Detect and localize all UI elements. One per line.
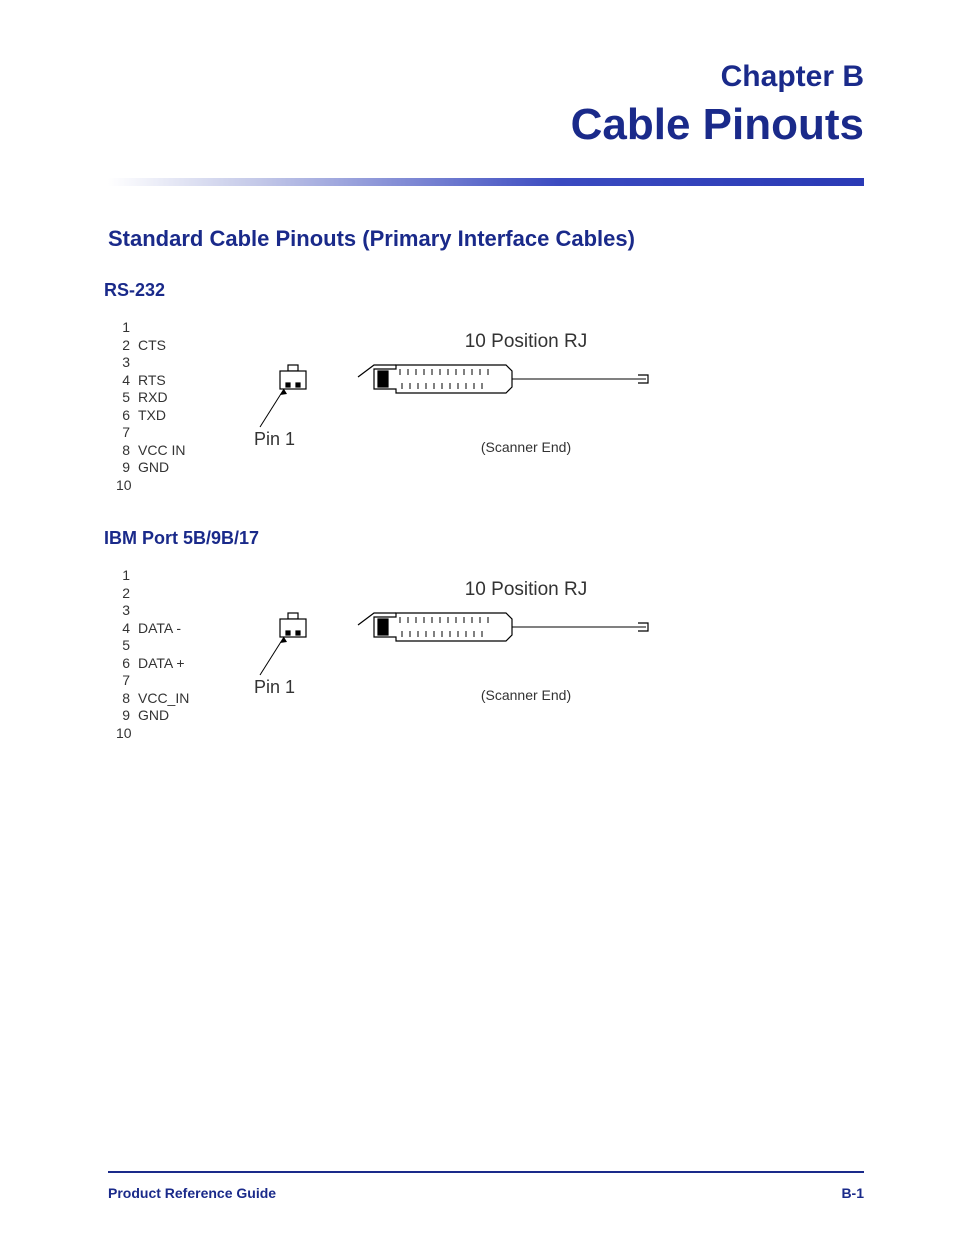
pin-row: 1 [116, 567, 236, 585]
rs232-heading: RS-232 [104, 280, 864, 301]
pin-row: 9GND [116, 459, 236, 477]
pin-num: 4 [116, 372, 138, 390]
ibm-pin-list: 1 2 3 4DATA - 5 6DATA + 7 8VCC_IN 9GND 1… [116, 567, 236, 742]
pin-num: 1 [116, 567, 138, 585]
pin-num: 2 [116, 337, 138, 355]
rs232-diagram: 10 Position RJ Pin 1 [236, 319, 696, 494]
pin-num: 3 [116, 602, 138, 620]
pin-num: 5 [116, 389, 138, 407]
pin-row: 6TXD [116, 407, 236, 425]
pin-sig: GND [138, 459, 169, 477]
pin-row: 2CTS [116, 337, 236, 355]
connector-side-icon [356, 359, 656, 399]
pin-num: 3 [116, 354, 138, 372]
pin-row: 2 [116, 585, 236, 603]
footer-page-number: B-1 [841, 1185, 864, 1201]
pin-sig: CTS [138, 337, 166, 355]
pin-num: 9 [116, 459, 138, 477]
scanner-end-label: (Scanner End) [356, 439, 696, 455]
pin-sig: TXD [138, 407, 166, 425]
pin1-label: Pin 1 [254, 429, 295, 450]
pin-num: 7 [116, 672, 138, 690]
chapter-label: Chapter B [108, 60, 864, 94]
pin-num: 7 [116, 424, 138, 442]
footer-rule [108, 1171, 864, 1173]
section-heading: Standard Cable Pinouts (Primary Interfac… [108, 226, 864, 252]
pin-sig: RXD [138, 389, 168, 407]
pin-num: 5 [116, 637, 138, 655]
pin-row: 9GND [116, 707, 236, 725]
rs232-block: 1 2CTS 3 4RTS 5RXD 6TXD 7 8VCC IN 9GND 1… [116, 319, 864, 494]
page-footer: Product Reference Guide B-1 [108, 1185, 864, 1201]
connector-side-icon [356, 607, 656, 647]
connector-title: 10 Position RJ [356, 331, 696, 353]
pin-row: 3 [116, 602, 236, 620]
ibm-block: 1 2 3 4DATA - 5 6DATA + 7 8VCC_IN 9GND 1… [116, 567, 864, 742]
pin-row: 10 [116, 725, 236, 743]
pin-num: 9 [116, 707, 138, 725]
pin-sig: DATA + [138, 655, 185, 673]
pin-row: 10 [116, 477, 236, 495]
pin-row: 7 [116, 672, 236, 690]
rs232-pin-list: 1 2CTS 3 4RTS 5RXD 6TXD 7 8VCC IN 9GND 1… [116, 319, 236, 494]
ibm-heading: IBM Port 5B/9B/17 [104, 528, 864, 549]
pin-num: 10 [116, 477, 138, 495]
pin-num: 6 [116, 655, 138, 673]
pin-num: 10 [116, 725, 138, 743]
pin-row: 8VCC IN [116, 442, 236, 460]
pin-num: 4 [116, 620, 138, 638]
page-title: Cable Pinouts [108, 100, 864, 150]
scanner-end-label: (Scanner End) [356, 687, 696, 703]
pin1-label: Pin 1 [254, 677, 295, 698]
pin-num: 1 [116, 319, 138, 337]
pin-row: 3 [116, 354, 236, 372]
pin-sig: GND [138, 707, 169, 725]
pin-num: 6 [116, 407, 138, 425]
pin-sig: VCC IN [138, 442, 185, 460]
pin-row: 4RTS [116, 372, 236, 390]
ibm-diagram: 10 Position RJ Pin 1 [236, 567, 696, 742]
pin-num: 2 [116, 585, 138, 603]
pin-row: 6DATA + [116, 655, 236, 673]
pin-row: 5RXD [116, 389, 236, 407]
pin-sig: DATA - [138, 620, 181, 638]
pin-row: 4DATA - [116, 620, 236, 638]
pin-row: 7 [116, 424, 236, 442]
pin-row: 8VCC_IN [116, 690, 236, 708]
pin-sig: RTS [138, 372, 166, 390]
pin-row: 1 [116, 319, 236, 337]
pin-num: 8 [116, 690, 138, 708]
pin-row: 5 [116, 637, 236, 655]
pin-num: 8 [116, 442, 138, 460]
pin-sig: VCC_IN [138, 690, 189, 708]
connector-title: 10 Position RJ [356, 579, 696, 601]
footer-guide-name: Product Reference Guide [108, 1185, 276, 1201]
title-rule [108, 178, 864, 186]
